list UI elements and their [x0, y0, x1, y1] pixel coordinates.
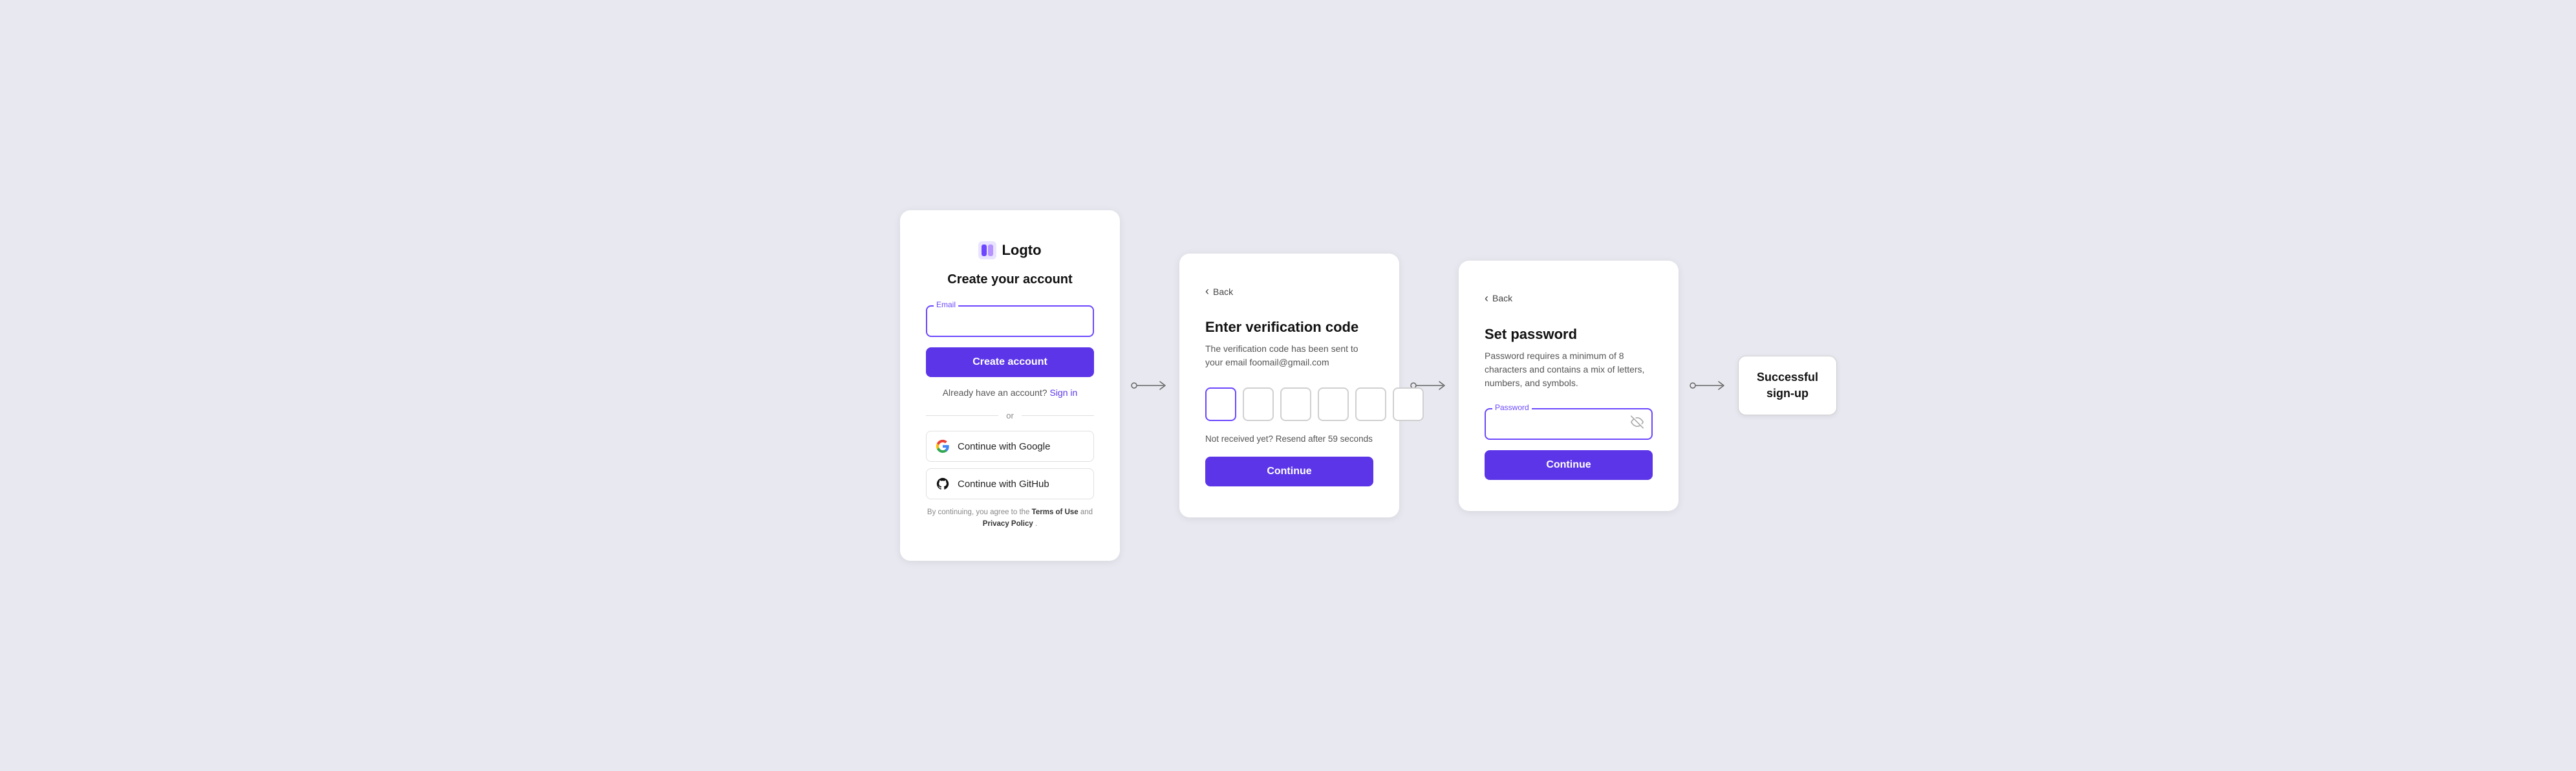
privacy-link[interactable]: Privacy Policy [983, 520, 1033, 528]
back-label-1: Back [1213, 287, 1233, 297]
verification-continue-button[interactable]: Continue [1205, 457, 1373, 486]
otp-input-4[interactable] [1318, 387, 1349, 421]
eye-off-icon[interactable] [1631, 416, 1644, 432]
otp-container [1205, 387, 1373, 421]
verification-subtitle: The verification code has been sent to y… [1205, 342, 1373, 369]
terms-text: By continuing, you agree to the Terms of… [926, 507, 1094, 530]
logo-area: Logto [926, 241, 1094, 259]
github-button[interactable]: Continue with GitHub [926, 468, 1094, 499]
google-button[interactable]: Continue with Google [926, 431, 1094, 462]
success-box: Successful sign-up [1738, 356, 1837, 415]
create-account-button[interactable]: Create account [926, 347, 1094, 377]
flow-arrow-1 [1130, 378, 1169, 393]
signin-link[interactable]: Sign in [1049, 387, 1077, 398]
create-account-card: Logto Create your account Email Create a… [900, 210, 1120, 561]
otp-input-6[interactable] [1393, 387, 1424, 421]
password-field[interactable] [1485, 408, 1653, 440]
otp-input-1[interactable] [1205, 387, 1236, 421]
verification-title: Enter verification code [1205, 319, 1373, 336]
divider: or [926, 411, 1094, 420]
back-chevron-2: ‹ [1485, 292, 1488, 305]
otp-input-2[interactable] [1243, 387, 1274, 421]
logto-logo-icon [978, 241, 996, 259]
arrow-3 [1679, 378, 1738, 393]
github-icon [936, 477, 950, 491]
email-input-group: Email [926, 305, 1094, 337]
terms-link[interactable]: Terms of Use [1032, 508, 1079, 516]
success-line1: Successful [1757, 369, 1818, 386]
otp-input-3[interactable] [1280, 387, 1311, 421]
github-btn-label: Continue with GitHub [958, 479, 1049, 490]
flow-arrow-3 [1689, 378, 1728, 393]
signin-prompt: Already have an account? Sign in [926, 387, 1094, 398]
success-line2: sign-up [1757, 386, 1818, 402]
back-button-2[interactable]: ‹ Back [1485, 292, 1512, 305]
email-field[interactable] [926, 305, 1094, 337]
divider-text: or [1006, 411, 1014, 420]
google-icon [936, 439, 950, 453]
otp-input-5[interactable] [1355, 387, 1386, 421]
set-password-card: ‹ Back Set password Password requires a … [1459, 261, 1679, 511]
page-title: Create your account [926, 272, 1094, 287]
logo-text: Logto [1002, 242, 1041, 259]
divider-line-left [926, 415, 998, 416]
arrow-1 [1120, 378, 1179, 393]
password-input-group: Password [1485, 408, 1653, 440]
google-btn-label: Continue with Google [958, 441, 1050, 452]
flow-container: Logto Create your account Email Create a… [900, 210, 1676, 561]
back-label-2: Back [1492, 293, 1512, 303]
email-label: Email [934, 300, 958, 309]
back-button-1[interactable]: ‹ Back [1205, 285, 1233, 298]
back-chevron-1: ‹ [1205, 285, 1209, 298]
set-password-subtitle: Password requires a minimum of 8 charact… [1485, 349, 1653, 390]
divider-line-right [1022, 415, 1094, 416]
verification-card: ‹ Back Enter verification code The verif… [1179, 254, 1399, 517]
resend-text: Not received yet? Resend after 59 second… [1205, 434, 1373, 444]
password-label: Password [1492, 403, 1532, 412]
set-password-title: Set password [1485, 326, 1653, 343]
set-password-continue-button[interactable]: Continue [1485, 450, 1653, 480]
